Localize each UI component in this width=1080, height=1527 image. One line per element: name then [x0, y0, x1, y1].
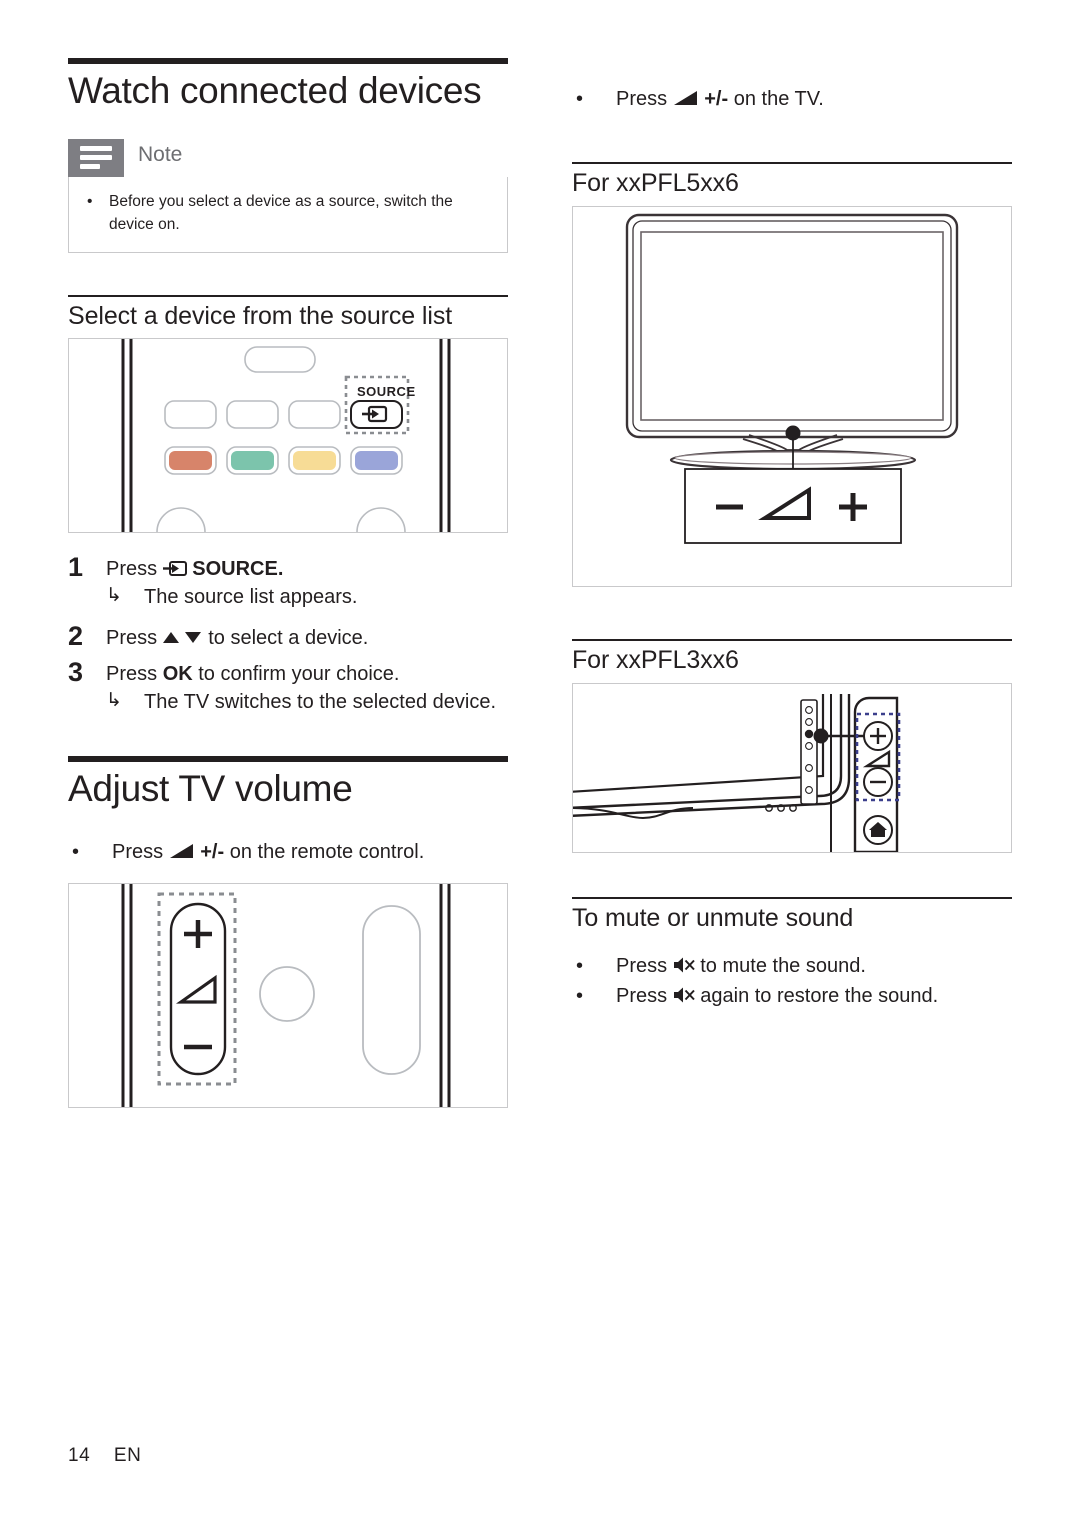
note-header: Note	[68, 138, 508, 177]
volume-bullet: • Press +/- on the remote control.	[68, 837, 508, 867]
remote-volume-illustration	[121, 883, 451, 1107]
section-rule	[572, 639, 1012, 641]
step-result-1: ↳ The source list appears.	[106, 583, 508, 611]
tv-front-illustration	[625, 213, 959, 544]
remote-control-volume-rocker-figure	[68, 882, 508, 1108]
result-arrow-icon: ↳	[106, 585, 122, 607]
step-text: Press to select a device.	[106, 624, 508, 652]
step-number: 2	[68, 620, 84, 651]
step-rest-label: to confirm your choice.	[198, 662, 400, 685]
step-2: 2 Press to select a device.	[68, 620, 508, 654]
section-heading-pfl3: For xxPFL3xx6	[572, 646, 739, 674]
result-text: The source list appears.	[144, 586, 358, 609]
section-select-device: Select a device from the source list SOU…	[68, 295, 508, 716]
tv-front-volume-controls-figure	[572, 206, 1012, 587]
section-mute: To mute or unmute sound • Press to mute …	[572, 897, 1012, 1011]
tv-side-volume-controls-figure	[572, 683, 1012, 853]
step-3: 3 Press OK to confirm your choice. ↳ The…	[68, 656, 508, 717]
volume-ramp-icon	[673, 90, 699, 107]
result-arrow-icon: ↳	[106, 689, 122, 711]
volume-ramp-icon	[169, 843, 195, 860]
press-label: Press	[616, 955, 668, 977]
bullet-dot: •	[72, 840, 80, 863]
step-source-label: SOURCE.	[192, 558, 284, 581]
bullet-dot: •	[576, 955, 584, 977]
step-result-3: ↳ The TV switches to the selected device…	[106, 688, 508, 716]
mute-icon	[673, 986, 695, 1004]
mute-bullet-1-text: Press to mute the sound.	[616, 951, 1012, 981]
step-press-label: Press	[106, 662, 158, 685]
chapter-rule	[68, 756, 508, 763]
section-rule	[572, 162, 1012, 164]
press-label: Press	[616, 985, 668, 1007]
plus-minus-label: +/-	[704, 88, 729, 110]
step-number: 1	[68, 552, 84, 583]
step-1: 1 Press SOURCE. ↳ The source list appear…	[68, 551, 508, 612]
section-rule	[68, 295, 508, 298]
step-text: Press SOURCE.	[106, 555, 508, 583]
remote-source-illustration: SOURCE	[121, 339, 451, 533]
remote-control-source-button-figure: SOURCE	[68, 338, 508, 534]
up-down-arrows-icon	[162, 630, 203, 646]
section-pfl3: For xxPFL3xx6	[572, 639, 1012, 853]
step-rest-label: to select a device.	[208, 626, 369, 649]
section-adjust-volume: Adjust TV volume • Press +/- on the remo…	[68, 756, 508, 1108]
source-input-icon	[162, 561, 187, 577]
mute-bullet-2: • Press again to restore the sound.	[572, 981, 1012, 1011]
ok-label: OK	[162, 662, 193, 685]
section-heading-mute: To mute or unmute sound	[572, 904, 854, 932]
mute-icon	[673, 956, 695, 974]
note-text: Before you select a device as a source, …	[109, 192, 453, 233]
bullet-dot: •	[87, 192, 93, 210]
tail-label: to mute the sound.	[700, 955, 866, 977]
footer-language: EN	[113, 1445, 142, 1466]
tail-label: on the TV.	[733, 88, 824, 110]
mute-bullet-2-text: Press again to restore the sound.	[616, 981, 1012, 1011]
note-title: Note	[138, 142, 183, 166]
svg-text:SOURCE: SOURCE	[357, 384, 416, 399]
step-list: 1 Press SOURCE. ↳ The source list appear…	[68, 551, 508, 716]
list-item: • Before you select a device as a source…	[87, 190, 489, 237]
bullet-dot: •	[576, 88, 584, 110]
tail-label: on the remote control.	[229, 840, 425, 863]
step-press-label: Press	[106, 626, 158, 649]
section-pfl5: For xxPFL5xx6	[572, 162, 1012, 587]
note-box: Note • Before you select a device as a s…	[68, 138, 508, 254]
manual-page: Watch connected devices Note • Before yo…	[0, 0, 1080, 1527]
plus-minus-label: +/-	[200, 840, 225, 863]
section-heading-pfl5: For xxPFL5xx6	[572, 169, 739, 197]
tv-volume-bullet: • Press +/- on the TV.	[572, 84, 1012, 114]
tail-label: again to restore the sound.	[700, 985, 939, 1007]
chapter-title-volume: Adjust TV volume	[68, 768, 353, 810]
step-press-label: Press	[106, 558, 158, 581]
mute-bullet-1: • Press to mute the sound.	[572, 951, 1012, 981]
chapter-rule	[68, 58, 508, 64]
page-footer: 14 EN	[68, 1445, 141, 1467]
tv-side-illustration	[573, 694, 901, 852]
footer-page-number: 14	[68, 1445, 91, 1466]
volume-bullet-text: Press +/- on the remote control.	[112, 837, 508, 867]
section-rule	[572, 897, 1012, 899]
bullet-dot: •	[576, 985, 584, 1007]
press-label: Press	[112, 840, 164, 863]
result-text: The TV switches to the selected device.	[144, 690, 497, 713]
step-number: 3	[68, 656, 84, 687]
press-label: Press	[616, 88, 668, 110]
left-column: Watch connected devices Note • Before yo…	[68, 58, 508, 1108]
step-text: Press OK to confirm your choice.	[106, 660, 508, 688]
note-lines-icon	[68, 138, 124, 177]
tv-volume-bullet-text: Press +/- on the TV.	[616, 84, 1012, 114]
right-column: • Press +/- on the TV. For xxPFL5xx6 For…	[572, 58, 1012, 1011]
page-title: Watch connected devices	[68, 70, 482, 111]
section-heading-source: Select a device from the source list	[68, 302, 453, 331]
note-body: • Before you select a device as a source…	[68, 176, 508, 254]
